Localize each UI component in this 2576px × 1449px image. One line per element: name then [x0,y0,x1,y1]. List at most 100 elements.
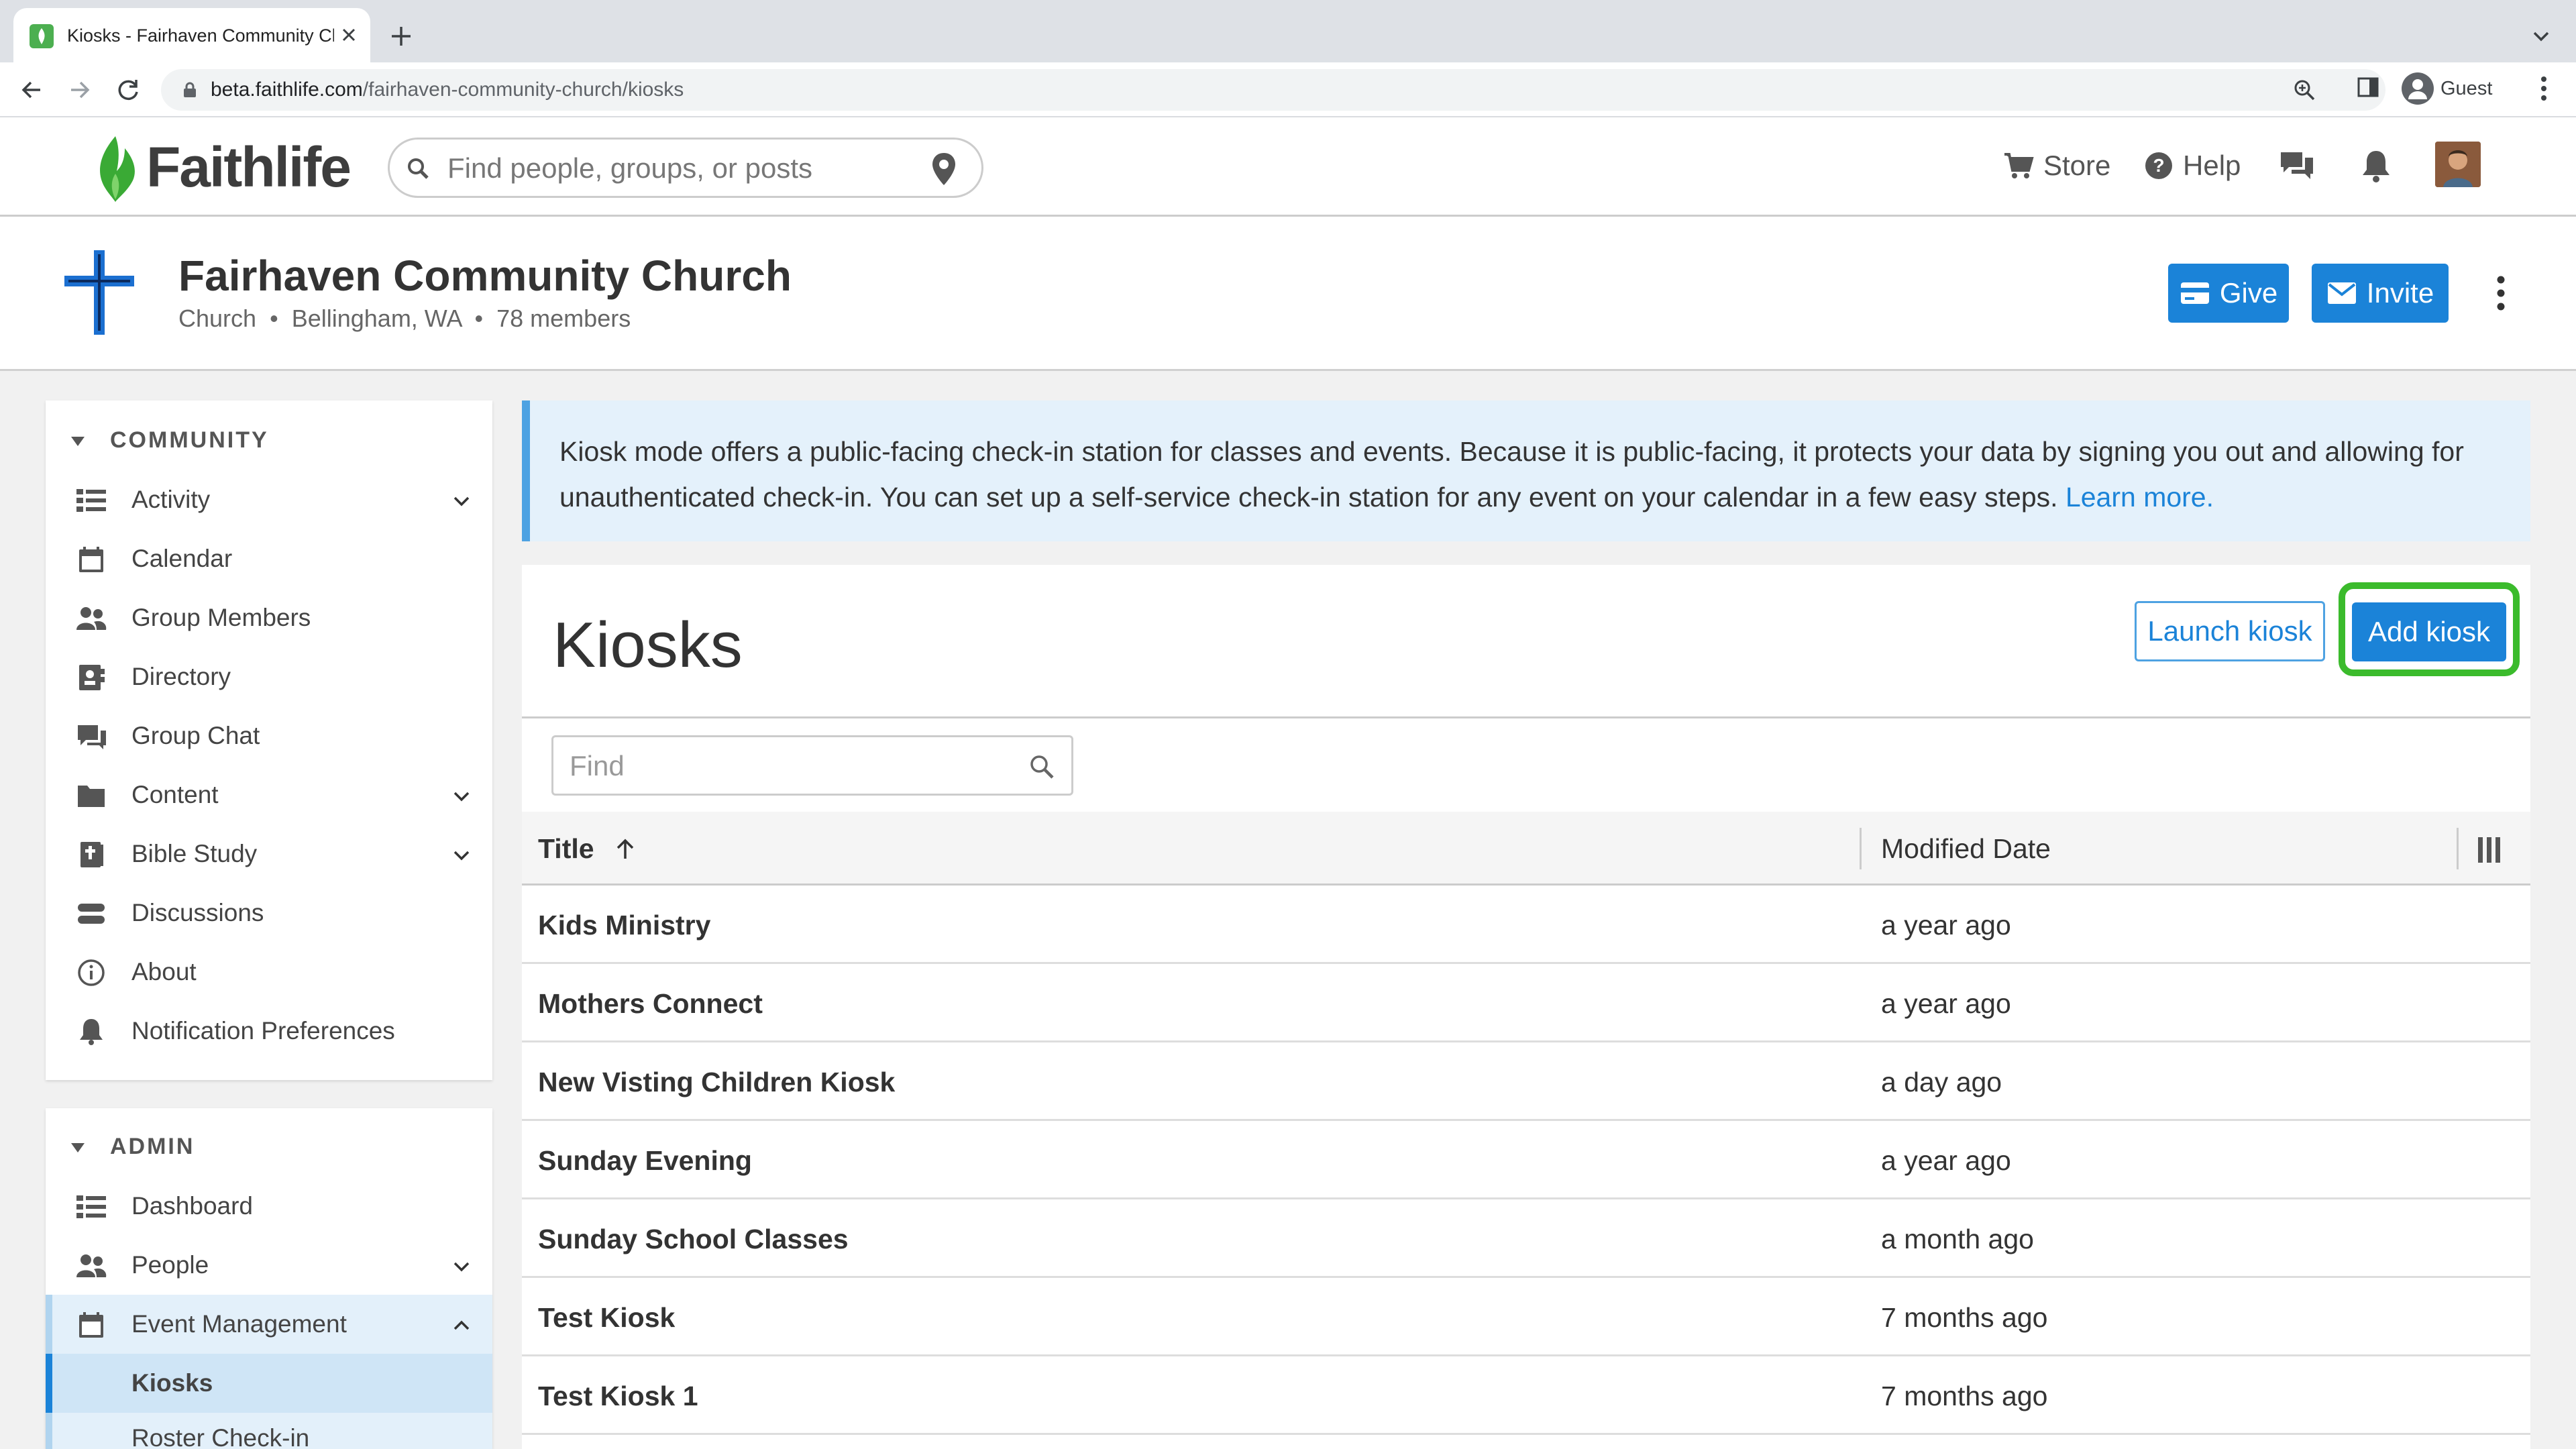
browser-tab[interactable]: Kiosks - Fairhaven Community Church [13,8,370,62]
card-icon [2180,282,2209,304]
tab-title: Kiosks - Fairhaven Community Church [67,25,334,46]
store-link[interactable]: Store [2003,146,2110,186]
faithlife-logo[interactable]: Faithlife [93,128,374,202]
location-pin-icon[interactable] [930,152,957,186]
community-heading[interactable]: COMMUNITY [46,410,492,470]
chevron-down-icon[interactable] [451,845,472,866]
page-title: Kiosks [553,609,743,681]
table-row[interactable]: Test Kiosk 7 months ago [522,1278,2530,1356]
group-more-icon[interactable] [2487,272,2514,315]
notifications-bell-icon[interactable] [2357,147,2395,184]
kiosk-title[interactable]: Test Kiosk [538,1301,675,1334]
table-row[interactable]: Mothers Connect a year ago [522,964,2530,1042]
bell-icon [80,1019,103,1045]
new-tab-icon[interactable] [388,23,415,50]
search-input[interactable] [447,152,890,185]
chevron-up-icon[interactable] [451,1315,472,1336]
zoom-icon[interactable] [2293,78,2316,101]
kiosks-card: Kiosks Launch kiosk Add kiosk Title Modi… [522,565,2530,1449]
column-header-title[interactable]: Title [538,832,594,865]
meta-separator: • [468,305,490,332]
directory-icon [79,665,105,690]
user-avatar[interactable] [2435,142,2481,187]
search-icon[interactable] [1028,753,1055,780]
site-header: Faithlife Store ? Help [0,117,2576,217]
kiosk-title[interactable]: Test Kiosk 1 [538,1379,698,1413]
kiosk-title[interactable]: Sunday Evening [538,1144,752,1177]
omnibox[interactable]: beta.faithlife.com/fairhaven-community-c… [161,69,2385,111]
kiosk-title[interactable]: Mothers Connect [538,987,763,1020]
chevron-down-icon[interactable] [451,786,472,807]
add-kiosk-highlight: Add kiosk [2339,582,2520,676]
sidebar-item-group-members[interactable]: Group Members [46,588,492,647]
sidebar-item-people[interactable]: People [46,1236,492,1295]
reload-icon[interactable] [114,76,142,104]
browser-tab-bar: Kiosks - Fairhaven Community Church [0,0,2576,62]
faithlife-favicon-icon [30,24,54,48]
sidebar-item-bible-study[interactable]: Bible Study [46,824,492,883]
lock-icon[interactable] [181,81,199,99]
learn-more-link[interactable]: Learn more. [2065,482,2214,513]
help-icon: ? [2145,152,2172,179]
tab-search-chevron-icon[interactable] [2529,24,2553,48]
url-text[interactable]: beta.faithlife.com/fairhaven-community-c… [211,77,684,103]
table-row[interactable]: New Visting Children Kiosk a day ago [522,1042,2530,1121]
community-panel: COMMUNITY Activity Calendar Group Member… [46,400,492,1080]
sidebar-item-roster-check-in[interactable]: Roster Check-in [46,1413,492,1449]
kiosk-title[interactable]: Kids Ministry [538,908,710,942]
sidebar-item-notification-preferences[interactable]: Notification Preferences [46,1002,492,1061]
column-separator[interactable] [1860,828,1862,869]
sidebar-item-content[interactable]: Content [46,765,492,824]
find-input[interactable] [570,749,1026,783]
column-header-modified-date[interactable]: Modified Date [1881,832,2051,865]
kiosk-title[interactable]: New Visting Children Kiosk [538,1065,895,1099]
sidebar-item-label: Bible Study [131,840,258,867]
calendar-icon [79,1312,103,1338]
kiosk-info-banner: Kiosk mode offers a public-facing check-… [522,400,2530,541]
chevron-down-icon[interactable] [451,490,472,512]
launch-kiosk-button[interactable]: Launch kiosk [2135,601,2325,661]
bible-icon [80,842,103,867]
table-row[interactable]: Kids Ministry a year ago [522,885,2530,964]
logo-text: Faithlife [146,136,352,199]
invite-button[interactable]: Invite [2312,264,2449,323]
group-name[interactable]: Fairhaven Community Church [178,249,792,303]
table-row[interactable]: Test Kiosk 1 7 months ago [522,1356,2530,1435]
site-search[interactable] [388,138,983,198]
sort-ascending-icon[interactable] [612,836,639,863]
sidebar-item-kiosks[interactable]: Kiosks [46,1354,492,1413]
store-label: Store [2043,150,2111,181]
group-members-count[interactable]: 78 members [496,305,631,332]
sidebar-item-calendar[interactable]: Calendar [46,529,492,588]
forward-icon[interactable] [66,76,94,104]
find-box[interactable] [551,735,1073,796]
side-panel-icon[interactable] [2356,75,2380,99]
sidebar-item-about[interactable]: About [46,943,492,1002]
browser-menu-icon[interactable] [2530,74,2557,103]
add-kiosk-button[interactable]: Add kiosk [2352,602,2506,661]
kiosk-title[interactable]: Sunday School Classes [538,1222,849,1256]
chevron-down-icon[interactable] [451,1256,472,1277]
table-row[interactable]: Sunday School Classes a month ago [522,1199,2530,1278]
sidebar-item-group-chat[interactable]: Group Chat [46,706,492,765]
sidebar-item-directory[interactable]: Directory [46,647,492,706]
messages-icon[interactable] [2278,147,2316,184]
tab-close-icon[interactable] [335,21,362,48]
back-icon[interactable] [17,76,46,104]
sidebar-item-discussions[interactable]: Discussions [46,883,492,943]
admin-heading[interactable]: ADMIN [46,1116,492,1177]
give-button[interactable]: Give [2168,264,2289,323]
flame-logo-icon [93,133,140,203]
cart-icon [2004,153,2034,178]
meta-separator: • [263,305,285,332]
sidebar-item-activity[interactable]: Activity [46,470,492,529]
kiosk-modified: a month ago [1881,1224,2034,1254]
table-row[interactable]: Sunday Evening a year ago [522,1121,2530,1199]
profile-button[interactable]: Guest [2399,70,2512,107]
dashboard-icon [76,1195,106,1218]
sidebar-item-dashboard[interactable]: Dashboard [46,1177,492,1236]
column-separator[interactable] [2457,828,2459,869]
column-settings-icon[interactable] [2474,835,2505,865]
sidebar-item-event-management[interactable]: Event Management [46,1295,492,1354]
help-link[interactable]: ? Help [2144,146,2241,186]
